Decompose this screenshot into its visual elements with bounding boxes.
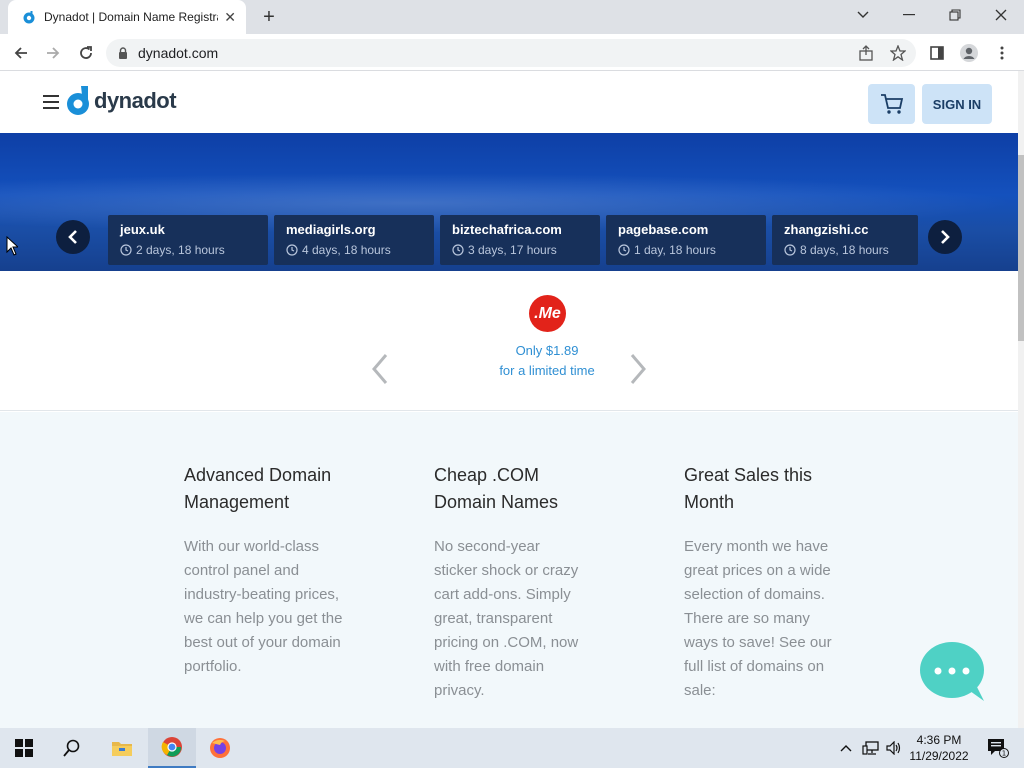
feature-title: Great Sales this Month [684,465,813,512]
clock-icon [618,244,630,256]
promo-price[interactable]: Only $1.89 [0,343,1018,358]
hero-banner: jeux.uk 2 days, 18 hours mediagirls.org … [0,133,1018,271]
chevron-left-icon [68,230,77,244]
minimize-icon[interactable] [886,0,932,30]
auction-domain: jeux.uk [120,222,165,237]
clock-icon [784,244,796,256]
tab-close-icon[interactable]: ✕ [224,9,236,26]
feature-column: Advanced Domain Management With our worl… [184,462,344,679]
bookmark-star-icon[interactable] [887,42,909,64]
auction-domain: mediagirls.org [286,222,376,237]
feature-column: Cheap .COM Domain Names No second-year s… [434,462,584,703]
restore-icon[interactable] [932,0,978,30]
promo-next-arrow-icon[interactable] [628,353,648,385]
folder-icon [112,742,132,756]
dynadot-logo-icon [67,86,89,115]
clock-icon [286,244,298,256]
carousel-prev-button[interactable] [56,220,90,254]
chrome-taskbar-button[interactable] [148,728,196,768]
clock-time: 4:36 PM [916,733,962,747]
speaker-icon [886,741,901,755]
chrome-menu-icon[interactable] [991,42,1013,64]
features-section: Advanced Domain Management With our worl… [0,412,1018,728]
scrollbar-thumb[interactable] [1018,155,1024,341]
promo-prev-arrow-icon[interactable] [370,353,390,385]
profile-avatar-icon[interactable] [958,42,980,64]
browser-tab-strip: Dynadot | Domain Name Registrar ✕ + [0,0,1024,34]
auction-card[interactable]: biztechafrica.com 3 days, 17 hours [440,215,600,265]
auction-card[interactable]: jeux.uk 2 days, 18 hours [108,215,268,265]
browser-toolbar: dynadot.com [0,34,1024,71]
auction-domain: pagebase.com [618,222,709,237]
dynadot-favicon-icon [23,11,35,24]
sign-in-button[interactable]: SIGN IN [922,84,992,124]
tab-search-icon[interactable] [840,0,886,30]
feature-title: Advanced Domain Management [184,465,332,512]
back-icon[interactable] [8,40,34,66]
auction-time: 2 days, 18 hours [136,243,225,257]
tab-title: Dynadot | Domain Name Registrar [44,10,219,24]
close-window-icon[interactable] [978,0,1024,30]
url-text: dynadot.com [138,45,219,61]
address-bar[interactable]: dynadot.com [106,39,916,67]
firefox-icon [210,738,230,758]
share-icon[interactable] [855,42,877,64]
search-icon [63,739,80,757]
carousel-next-button[interactable] [928,220,962,254]
new-tab-icon[interactable]: + [258,6,280,28]
site-header: dynadot SIGN IN [0,71,1018,133]
auction-time: 1 day, 18 hours [634,243,716,257]
auction-time: 4 days, 18 hours [302,243,391,257]
chat-bubble-icon[interactable] [920,641,985,701]
browser-tab[interactable]: Dynadot | Domain Name Registrar ✕ [8,0,246,34]
dynadot-logo[interactable]: dynadot [66,85,177,117]
taskbar-clock[interactable]: 4:36 PM 11/29/2022 [906,732,972,764]
page-scrollbar[interactable] [1018,71,1024,728]
feature-body: With our world-class control panel and i… [184,538,343,675]
file-explorer-button[interactable] [98,728,146,768]
windows-taskbar: 4:36 PM 11/29/2022 1 [0,728,1024,768]
mouse-cursor-icon [6,236,18,256]
clock-icon [452,244,464,256]
windows-logo-icon [15,739,33,757]
network-icon [862,741,879,755]
notification-center[interactable]: 1 [978,728,1018,768]
lock-icon [119,47,127,59]
feature-column: Great Sales this Month Every month we ha… [684,462,834,703]
auction-card[interactable]: pagebase.com 1 day, 18 hours [606,215,766,265]
me-tld-logo[interactable]: .Me [529,295,566,332]
notification-icon: 1 [988,739,1009,758]
chrome-icon [161,737,182,757]
hamburger-menu-icon[interactable] [43,95,59,109]
chevron-right-icon [941,230,950,244]
cart-icon [880,94,903,114]
auction-domain: zhangzishi.cc [784,222,869,237]
notification-count: 1 [1002,750,1006,758]
side-panel-icon[interactable] [926,42,948,64]
clock-date: 11/29/2022 [909,749,969,763]
forward-icon[interactable] [40,40,66,66]
promo-subtext[interactable]: for a limited time [0,363,1018,378]
auction-domain: biztechafrica.com [452,222,562,237]
feature-title: Cheap .COM Domain Names [434,465,559,512]
reload-icon[interactable] [73,40,99,66]
auction-time: 8 days, 18 hours [800,243,889,257]
firefox-taskbar-button[interactable] [196,728,244,768]
auction-card[interactable]: zhangzishi.cc 8 days, 18 hours [772,215,918,265]
logo-wordmark: dynadot [94,88,177,113]
promo-section: .Me Only $1.89 for a limited time [0,271,1018,411]
cart-button[interactable] [868,84,915,124]
chevron-up-icon [840,745,852,752]
network-status[interactable] [858,728,884,768]
volume-control[interactable] [882,728,906,768]
clock-icon [120,244,132,256]
feature-body: No second-year sticker shock or crazy ca… [434,538,579,699]
start-button[interactable] [0,728,48,768]
show-hidden-icons[interactable] [834,728,858,768]
auction-time: 3 days, 17 hours [468,243,557,257]
feature-body: Every month we have great prices on a wi… [684,538,832,699]
taskbar-search-button[interactable] [48,728,96,768]
auction-card[interactable]: mediagirls.org 4 days, 18 hours [274,215,434,265]
